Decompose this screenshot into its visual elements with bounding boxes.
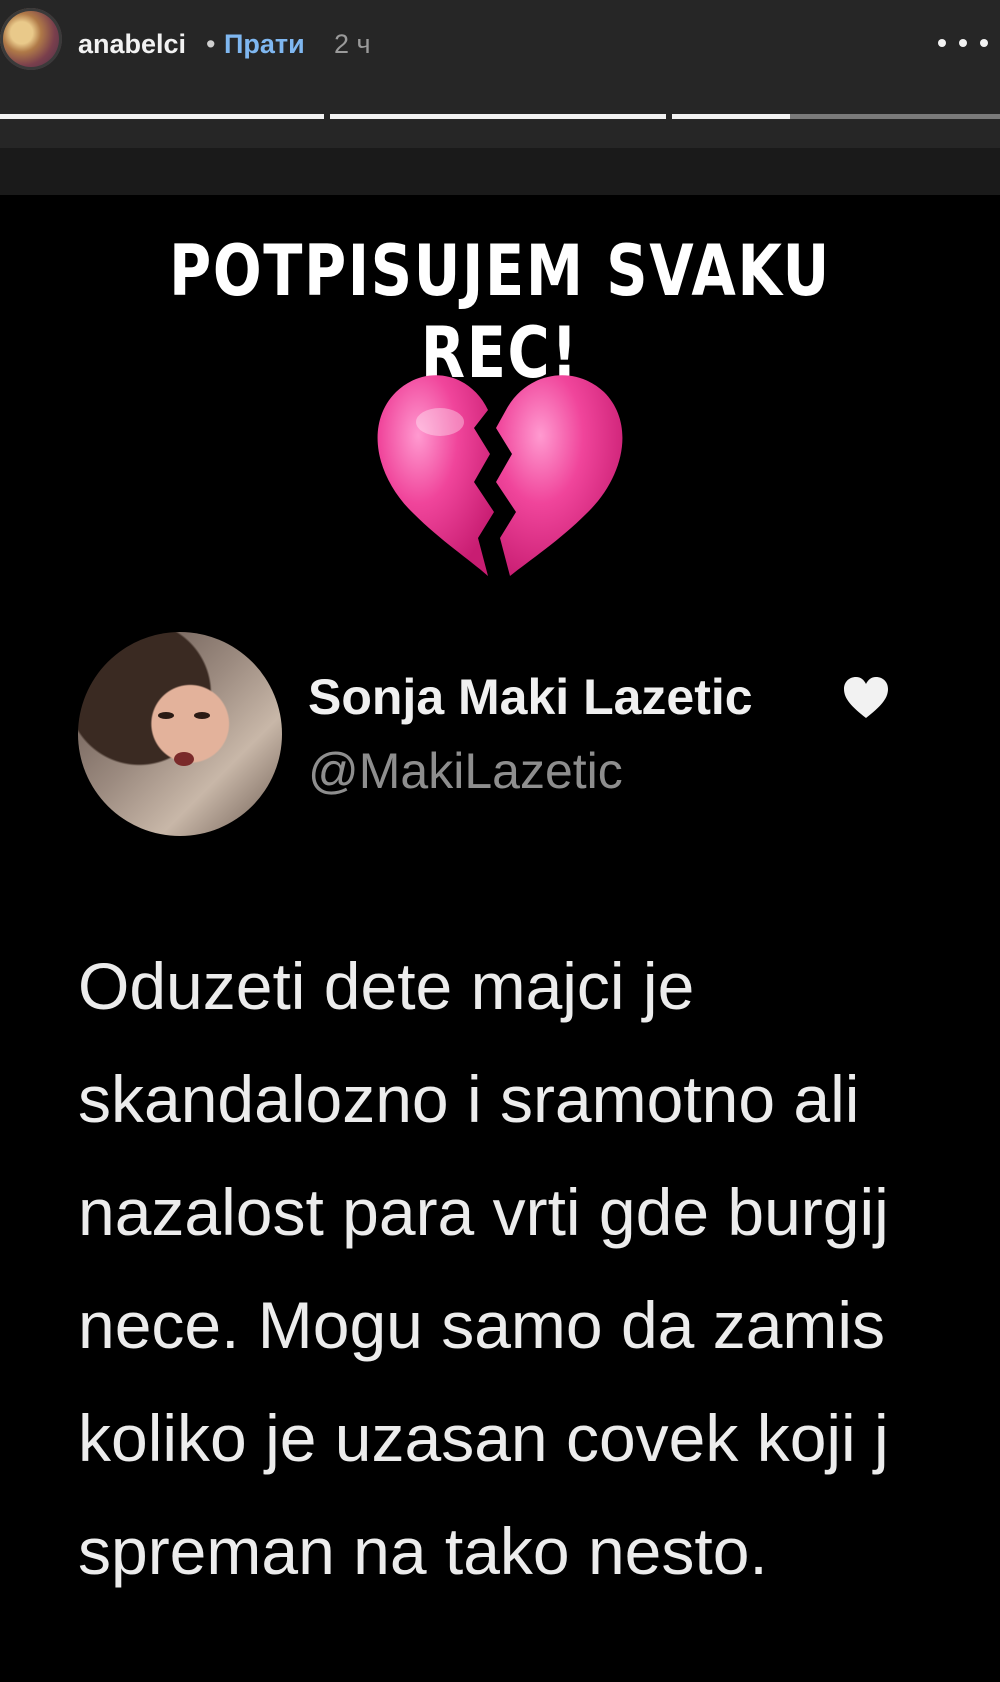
broken-heart-icon xyxy=(370,362,630,582)
tweet-text-line: Oduzeti dete majci je xyxy=(78,949,695,1023)
tweet-text-line: koliko je uzasan covek koji j xyxy=(78,1401,889,1475)
avatar-mouth xyxy=(174,752,194,766)
tweet-author-name: Sonja Maki Lazetic xyxy=(308,669,753,725)
tweet-text-line: nece. Mogu samo da zamis xyxy=(78,1288,886,1362)
tweet-text-line: skandalozno i sramotno ali xyxy=(78,1062,860,1136)
tweet-text: Oduzeti dete majci je skandalozno i sram… xyxy=(78,930,1000,1608)
story-progress-segment xyxy=(0,114,324,119)
tweet-author-avatar[interactable] xyxy=(78,632,282,836)
progress-fill xyxy=(0,114,324,119)
tweet-author-handle: @MakiLazetic xyxy=(308,743,623,799)
progress-fill xyxy=(330,114,666,119)
more-options-icon[interactable] xyxy=(938,36,988,50)
story-top-band xyxy=(0,148,1000,195)
follow-button[interactable]: Прати xyxy=(224,29,305,60)
tweet-text-line: nazalost para vrti gde burgij xyxy=(78,1175,889,1249)
separator-dot: • xyxy=(206,29,216,59)
avatar-eye xyxy=(158,712,174,719)
tweet-text-line: spreman na tako nesto. xyxy=(78,1514,768,1588)
story-progress-segment xyxy=(330,114,666,119)
username-link[interactable]: anabelci xyxy=(78,29,186,60)
profile-avatar[interactable] xyxy=(0,8,62,70)
heart-icon xyxy=(842,676,890,720)
post-time: 2 ч xyxy=(334,29,371,59)
avatar-eye xyxy=(194,712,210,719)
story-header: anabelci • Прати 2 ч xyxy=(0,0,1000,148)
story-progress-segment xyxy=(672,114,1000,119)
progress-fill xyxy=(672,114,791,119)
